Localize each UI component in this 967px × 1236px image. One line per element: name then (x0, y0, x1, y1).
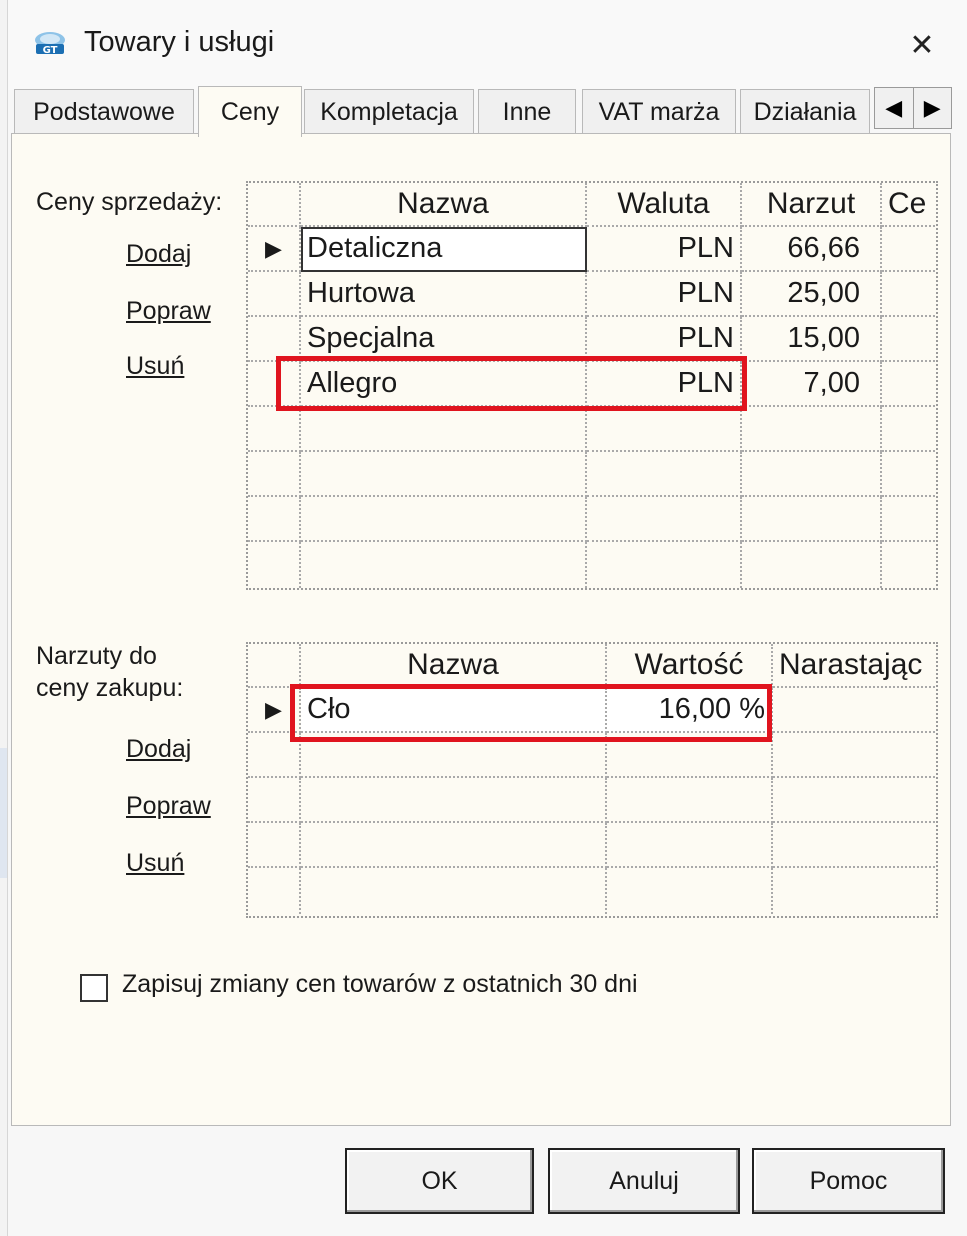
grid-corner (248, 644, 301, 688)
empty-cell (248, 542, 301, 588)
tab-dzialania[interactable]: Działania (740, 89, 870, 134)
empty-cell (248, 452, 301, 497)
empty-cell (773, 868, 936, 916)
table-cell-price[interactable] (882, 317, 936, 362)
empty-cell (882, 542, 936, 588)
markup-edit-link[interactable]: Popraw (126, 792, 211, 821)
tab-scroll-right-icon[interactable]: ▶ (912, 88, 952, 128)
empty-cell (301, 823, 607, 868)
svg-text:GT: GT (43, 45, 58, 56)
table-cell-cumulative[interactable] (773, 688, 936, 733)
table-cell-currency[interactable]: PLN (587, 227, 742, 272)
table-cell-markup[interactable]: 7,00 (742, 362, 882, 407)
ok-button[interactable]: OK (345, 1148, 534, 1214)
empty-cell (742, 542, 882, 588)
empty-cell (248, 497, 301, 542)
tab-inne[interactable]: Inne (478, 89, 576, 134)
app-logo-icon: GT (35, 32, 65, 56)
empty-cell (248, 407, 301, 452)
table-cell-markup[interactable]: 15,00 (742, 317, 882, 362)
column-header-cena[interactable]: Ce (882, 183, 936, 227)
table-cell-currency[interactable]: PLN (587, 272, 742, 317)
empty-cell (773, 733, 936, 778)
highlight-clo-row (290, 684, 772, 742)
table-cell-markup[interactable]: 25,00 (742, 272, 882, 317)
tab-ceny[interactable]: Ceny (198, 86, 302, 137)
window-title: Towary i usługi (84, 26, 275, 58)
empty-cell (742, 452, 882, 497)
table-cell-price[interactable] (882, 362, 936, 407)
empty-cell (587, 407, 742, 452)
empty-cell (301, 452, 587, 497)
empty-cell (607, 868, 773, 916)
empty-cell (773, 778, 936, 823)
highlight-allegro-row (276, 356, 747, 411)
empty-cell (301, 497, 587, 542)
column-header-nazwa[interactable]: Nazwa (301, 183, 587, 227)
empty-cell (587, 542, 742, 588)
save-price-history-checkbox[interactable] (80, 974, 108, 1002)
table-cell-price[interactable] (882, 227, 936, 272)
tab-kompletacja[interactable]: Kompletacja (304, 89, 474, 134)
table-cell-name[interactable]: Detaliczna (301, 227, 587, 272)
row-indicator-icon[interactable] (248, 272, 301, 317)
empty-cell (882, 452, 936, 497)
empty-cell (742, 497, 882, 542)
tab-podstawowe[interactable]: Podstawowe (14, 89, 194, 134)
empty-cell (248, 778, 301, 823)
tab-scroll-buttons: ◀ ▶ (874, 87, 952, 129)
dialog-window: GT Towary i usługi ✕ Podstawowe Ceny Kom… (7, 0, 967, 1236)
row-indicator-icon[interactable]: ▶ (248, 227, 301, 272)
table-cell-name[interactable]: Hurtowa (301, 272, 587, 317)
close-icon: ✕ (909, 28, 935, 62)
purchase-markups-label-line1: Narzuty do (36, 642, 157, 670)
empty-cell (301, 542, 587, 588)
empty-cell (773, 823, 936, 868)
column-header-waluta[interactable]: Waluta (587, 183, 742, 227)
empty-cell (882, 497, 936, 542)
title-bar: GT Towary i usługi ✕ (8, 0, 967, 90)
table-cell-markup[interactable]: 66,66 (742, 227, 882, 272)
empty-cell (301, 868, 607, 916)
markup-add-link[interactable]: Dodaj (126, 735, 191, 764)
empty-cell (587, 497, 742, 542)
empty-cell (742, 407, 882, 452)
empty-cell (607, 778, 773, 823)
empty-cell (882, 407, 936, 452)
column-header-narzut[interactable]: Narzut (742, 183, 882, 227)
close-button[interactable]: ✕ (898, 22, 946, 68)
empty-cell (607, 823, 773, 868)
markup-delete-link[interactable]: Usuń (126, 849, 184, 878)
empty-cell (301, 407, 587, 452)
cancel-button[interactable]: Anuluj (548, 1148, 740, 1214)
empty-cell (301, 778, 607, 823)
tab-scroll-left-icon[interactable]: ◀ (875, 88, 913, 128)
column-header-wartosc[interactable]: Wartość (607, 644, 773, 688)
tab-vat-marza[interactable]: VAT marża (582, 89, 736, 134)
grid-corner (248, 183, 301, 227)
purchase-markups-label-line2: ceny zakupu: (36, 674, 184, 702)
sales-prices-label: Ceny sprzedaży: (36, 188, 223, 216)
table-cell-price[interactable] (882, 272, 936, 317)
help-button[interactable]: Pomoc (752, 1148, 945, 1214)
sales-edit-link[interactable]: Popraw (126, 297, 211, 326)
tab-panel-ceny: Ceny sprzedaży: Dodaj Popraw Usuń Nazwa … (11, 133, 951, 1126)
column-header-narastajaco[interactable]: Narastając (773, 644, 936, 688)
empty-cell (248, 823, 301, 868)
save-price-history-label[interactable]: Zapisuj zmiany cen towarów z ostatnich 3… (122, 970, 638, 999)
sales-add-link[interactable]: Dodaj (126, 240, 191, 269)
empty-cell (248, 868, 301, 916)
sales-delete-link[interactable]: Usuń (126, 352, 184, 381)
column-header-nazwa[interactable]: Nazwa (301, 644, 607, 688)
empty-cell (587, 452, 742, 497)
